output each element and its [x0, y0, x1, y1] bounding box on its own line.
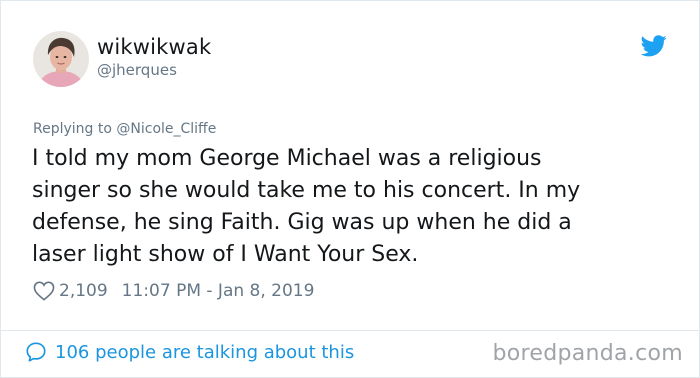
display-name[interactable]: wikwikwak: [97, 35, 211, 59]
conversation-link[interactable]: 106 people are talking about this: [25, 341, 354, 363]
heart-icon[interactable]: [33, 281, 55, 301]
user-handle[interactable]: @jherques: [97, 61, 177, 79]
speech-bubble-icon: [26, 342, 46, 362]
like-count[interactable]: 2,109: [59, 281, 108, 301]
replying-to[interactable]: Replying to @Nicole_Cliffe: [33, 121, 216, 137]
tweet-card: wikwikwak @jherques Replying to @Nicole_…: [0, 0, 700, 378]
watermark: boredpanda.com: [492, 341, 683, 366]
twitter-bird-icon[interactable]: [641, 35, 667, 57]
conversation-label: 106 people are talking about this: [55, 341, 355, 363]
avatar[interactable]: [33, 31, 89, 87]
avatar-image: [33, 31, 89, 87]
tweet-timestamp[interactable]: 11:07 PM - Jan 8, 2019: [122, 281, 315, 301]
divider: [1, 330, 699, 331]
tweet-text: I told my mom George Michael was a relig…: [32, 146, 581, 267]
tweet-meta: 2,109 11:07 PM - Jan 8, 2019: [33, 281, 314, 301]
